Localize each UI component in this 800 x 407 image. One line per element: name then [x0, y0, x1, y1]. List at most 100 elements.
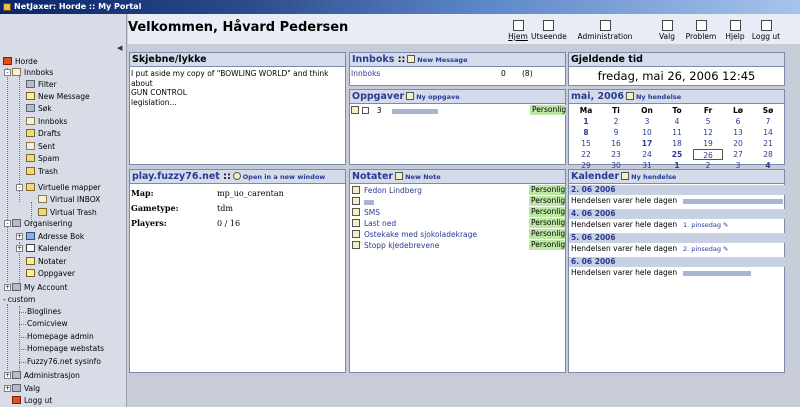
calendar-day[interactable]: 14 — [753, 127, 783, 138]
note-row[interactable]: Last ned Personlig — [350, 218, 565, 229]
open-window-link[interactable]: Open in a new window — [243, 173, 326, 181]
toolbar-options-button[interactable]: Valg — [654, 20, 680, 41]
expand-toggle[interactable]: + — [4, 284, 11, 291]
inbox-title[interactable]: Innboks — [352, 54, 394, 65]
sidebar-item-logout[interactable]: Logg ut — [12, 395, 52, 407]
note-row[interactable]: Ostekake med sjokoladekrage Personlig — [350, 229, 565, 240]
toolbar-layout-button[interactable]: Utseende — [531, 20, 567, 41]
calendar-day[interactable]: 6 — [723, 116, 753, 127]
collapse-toggle[interactable]: - — [16, 184, 23, 191]
calendar-day[interactable]: 21 — [753, 138, 783, 149]
note-title[interactable]: Last ned — [364, 219, 396, 228]
sidebar-item-search[interactable]: Søk — [26, 103, 52, 115]
tasks-title[interactable]: Oppgaver — [352, 91, 404, 102]
expand-toggle[interactable]: + — [4, 372, 11, 379]
calendar-title[interactable]: Kalender — [571, 171, 619, 182]
calendar-event-title[interactable]: 1. pinsedag ✎ — [683, 220, 728, 230]
calendar-day[interactable]: 25 — [662, 149, 692, 160]
sidebar-item-valg[interactable]: Valg — [12, 383, 40, 395]
new-event-icon[interactable] — [621, 172, 630, 180]
sidebar-item-innboks[interactable]: Innboks — [12, 67, 53, 79]
sidebar-item-virtual-folders[interactable]: Virtuelle mapper — [26, 182, 101, 194]
sidebar-item-my-account[interactable]: My Account — [12, 282, 68, 294]
note-title[interactable]: Ostekake med sjokoladekrage — [364, 230, 477, 239]
sidebar-item-homepage-admin[interactable]: Homepage admin — [27, 331, 94, 343]
calendar-day[interactable]: 4 — [662, 116, 692, 127]
note-row[interactable]: Personlig — [350, 196, 565, 207]
note-title[interactable]: SMS — [364, 208, 380, 217]
calendar-day[interactable]: 7 — [753, 116, 783, 127]
sidebar-item-inbox-folder[interactable]: Innboks — [26, 116, 67, 128]
edit-task-icon[interactable] — [351, 106, 359, 114]
sidebar-item-sent[interactable]: Sent — [26, 141, 55, 153]
calendar-date-header[interactable]: 4. 06 2006 — [569, 209, 785, 219]
sidebar-item-address-book[interactable]: Adresse Bok — [26, 231, 84, 243]
note-row[interactable]: Stopp kjedebrevene Personlig — [350, 240, 565, 251]
task-row[interactable]: 3 Personlig — [351, 105, 566, 116]
calendar-day[interactable]: 13 — [723, 127, 753, 138]
calendar-day[interactable]: 5 — [693, 116, 723, 127]
calendar-day[interactable]: 9 — [601, 127, 631, 138]
expand-toggle[interactable]: + — [4, 385, 11, 392]
calendar-day[interactable]: 17 — [632, 138, 662, 149]
calendar-event-title[interactable] — [683, 268, 751, 278]
note-title[interactable]: Stopp kjedebrevene — [364, 241, 439, 250]
new-note-link[interactable]: New Note — [405, 173, 441, 181]
sidebar-item-comicview[interactable]: Comicview — [27, 318, 68, 330]
collapse-toggle[interactable]: - — [4, 69, 11, 76]
note-title[interactable]: Fedon Lindberg — [364, 186, 422, 195]
calendar-day[interactable]: 16 — [601, 138, 631, 149]
expand-toggle[interactable]: + — [16, 233, 23, 240]
sidebar-item-calendar[interactable]: Kalender — [26, 243, 71, 255]
sidebar-item-spam[interactable]: Spam — [26, 153, 59, 165]
calendar-day[interactable]: 1 — [571, 116, 601, 127]
sidebar-item-fuzzy76-sysinfo[interactable]: Fuzzy76.net sysinfo — [27, 356, 101, 368]
toolbar-administration-button[interactable]: Administration — [574, 20, 636, 41]
sidebar-item-trash[interactable]: Trash — [26, 166, 58, 178]
mini-calendar-title[interactable]: mai, 2006 — [571, 91, 624, 102]
new-event-link[interactable]: Ny hendelse — [631, 173, 676, 181]
collapse-toggle[interactable]: - — [4, 220, 11, 227]
sidebar-item-drafts[interactable]: Drafts — [26, 128, 61, 140]
calendar-day[interactable]: 19 — [693, 138, 723, 149]
calendar-event-redacted[interactable] — [683, 198, 783, 204]
calendar-event-title[interactable] — [683, 196, 783, 206]
calendar-day[interactable]: 2 — [601, 116, 631, 127]
calendar-day[interactable]: 23 — [601, 149, 631, 160]
calendar-date-header[interactable]: 2. 06 2006 — [569, 185, 785, 195]
calendar-day[interactable]: 27 — [723, 149, 753, 160]
calendar-date-header[interactable]: 5. 06 2006 — [569, 233, 785, 243]
note-row[interactable]: SMS Personlig — [350, 207, 565, 218]
sidebar-item-custom[interactable]: - custom — [3, 294, 35, 306]
calendar-day[interactable]: 11 — [662, 127, 692, 138]
calendar-day[interactable]: 8 — [571, 127, 601, 138]
new-task-link[interactable]: Ny oppgave — [416, 93, 459, 101]
toolbar-help-button[interactable]: Hjelp — [722, 20, 748, 41]
sidebar-item-filter[interactable]: Filter — [26, 79, 57, 91]
collapse-sidebar-icon[interactable]: ◀ — [117, 45, 125, 52]
notes-title[interactable]: Notater — [352, 171, 393, 182]
new-message-link[interactable]: New Message — [417, 56, 467, 64]
calendar-event-redacted[interactable] — [683, 270, 751, 276]
calendar-day[interactable]: 22 — [571, 149, 601, 160]
new-event-icon[interactable] — [625, 92, 634, 100]
sidebar-item-new-message[interactable]: New Message — [26, 91, 90, 103]
sidebar-item-homepage-webstats[interactable]: Homepage webstats — [27, 343, 104, 355]
calendar-day[interactable]: 26 — [693, 149, 723, 160]
game-server-title[interactable]: play.fuzzy76.net — [132, 171, 220, 182]
calendar-day[interactable]: 18 — [662, 138, 692, 149]
open-window-icon[interactable] — [232, 172, 241, 180]
calendar-day[interactable]: 15 — [571, 138, 601, 149]
inbox-folder-link[interactable]: Innboks — [351, 68, 380, 79]
sidebar-item-organisering[interactable]: Organisering — [12, 218, 72, 230]
task-name-redacted[interactable] — [391, 108, 438, 114]
sidebar-item-administrasjon[interactable]: Administrasjon — [12, 370, 80, 382]
sidebar-item-tasks[interactable]: Oppgaver — [26, 268, 75, 280]
calendar-day[interactable]: 12 — [693, 127, 723, 138]
calendar-day[interactable]: 20 — [723, 138, 753, 149]
sidebar-item-notes[interactable]: Notater — [26, 256, 66, 268]
calendar-day[interactable]: 24 — [632, 149, 662, 160]
note-row[interactable]: Fedon Lindberg Personlig — [350, 185, 565, 196]
expand-toggle[interactable]: + — [16, 245, 23, 252]
sidebar-item-virtual-inbox[interactable]: Virtual INBOX — [38, 194, 100, 206]
